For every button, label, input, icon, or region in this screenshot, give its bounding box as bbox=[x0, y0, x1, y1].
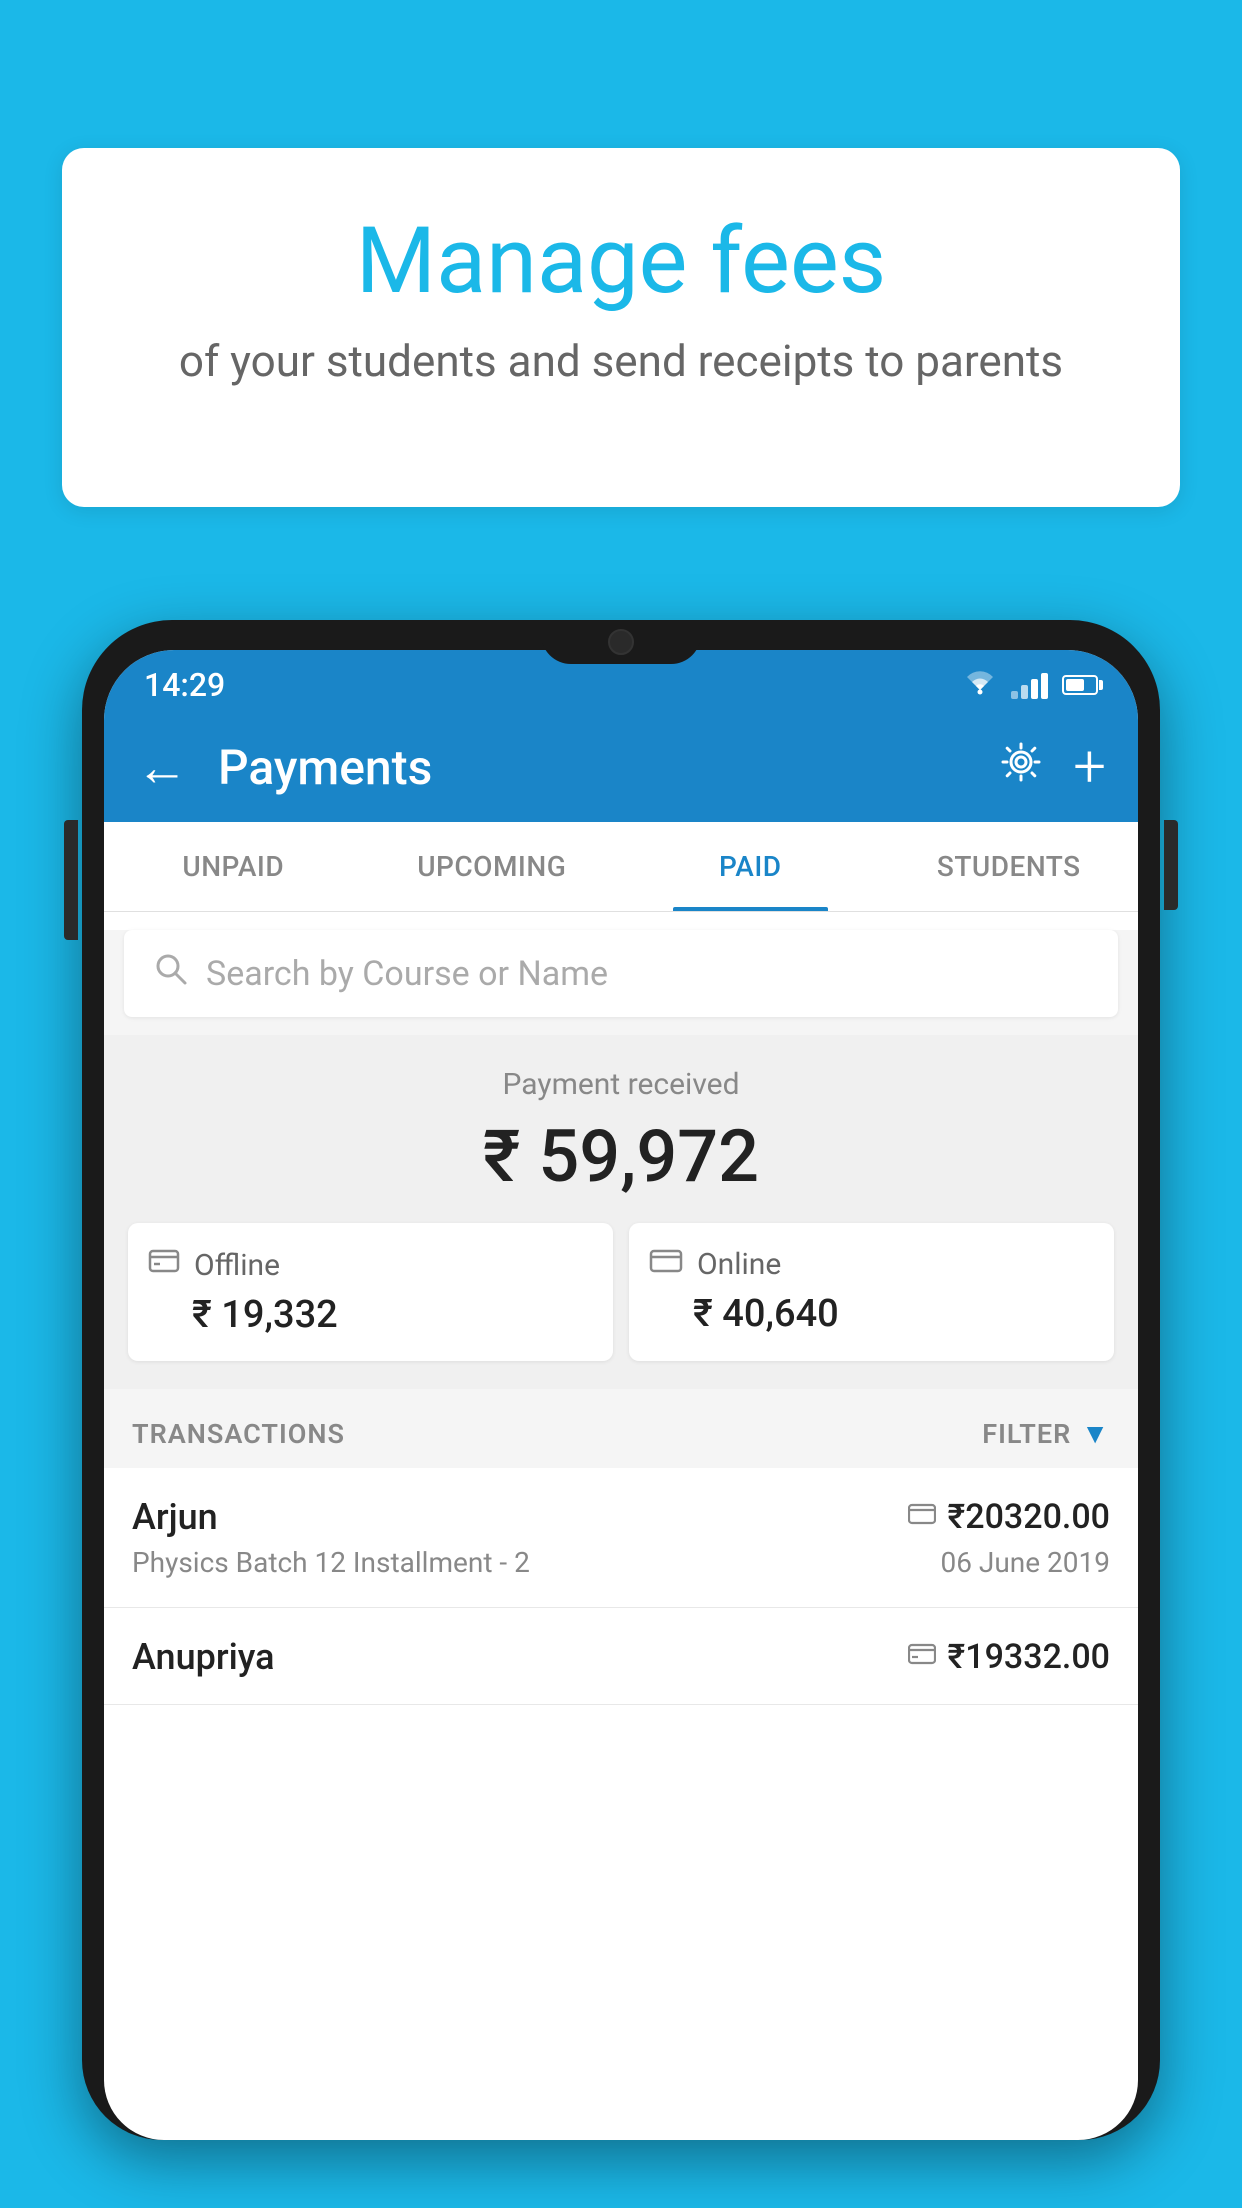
add-button[interactable]: + bbox=[1073, 733, 1106, 801]
offline-label: Offline bbox=[194, 1248, 280, 1283]
phone-screen: 14:29 bbox=[104, 650, 1138, 2140]
transactions-label: TRANSACTIONS bbox=[132, 1418, 345, 1450]
status-icons bbox=[963, 670, 1098, 700]
status-time: 14:29 bbox=[144, 666, 225, 704]
back-button[interactable]: ← bbox=[136, 737, 188, 798]
filter-button[interactable]: FILTER ▼ bbox=[982, 1417, 1110, 1450]
app-bar-title: Payments bbox=[218, 739, 979, 796]
transaction-offline-icon bbox=[908, 1642, 936, 1672]
filter-label: FILTER bbox=[982, 1418, 1071, 1450]
tab-upcoming[interactable]: UPCOMING bbox=[363, 822, 622, 911]
search-placeholder: Search by Course or Name bbox=[206, 954, 608, 994]
phone-notch bbox=[541, 620, 701, 664]
online-icon bbox=[649, 1247, 683, 1282]
transaction-amount-arjun: ₹20320.00 bbox=[948, 1497, 1110, 1537]
search-bar[interactable]: Search by Course or Name bbox=[124, 930, 1118, 1017]
app-bar-icons: + bbox=[999, 733, 1106, 801]
transaction-row-1: Arjun ₹20320.00 bbox=[132, 1496, 1110, 1538]
speech-bubble-container: Manage fees of your students and send re… bbox=[62, 148, 1180, 507]
offline-card-header: Offline bbox=[148, 1247, 593, 1283]
phone-outer: 14:29 bbox=[82, 620, 1160, 2140]
transactions-header: TRANSACTIONS FILTER ▼ bbox=[104, 1389, 1138, 1468]
filter-icon: ▼ bbox=[1081, 1417, 1110, 1450]
hero-subtitle: of your students and send receipts to pa… bbox=[142, 335, 1100, 387]
transaction-item-arjun[interactable]: Arjun ₹20320.00 bbox=[104, 1468, 1138, 1608]
payment-summary: Payment received ₹ 59,972 bbox=[104, 1035, 1138, 1389]
transaction-amount-anupriya: ₹19332.00 bbox=[948, 1637, 1110, 1677]
background: Manage fees of your students and send re… bbox=[0, 0, 1242, 2208]
speech-bubble: Manage fees of your students and send re… bbox=[62, 148, 1180, 507]
payment-total: ₹ 59,972 bbox=[124, 1114, 1118, 1199]
settings-icon[interactable] bbox=[999, 740, 1043, 795]
transaction-item-anupriya[interactable]: Anupriya ₹19332.00 bbox=[104, 1608, 1138, 1705]
transaction-row-2: Anupriya ₹19332.00 bbox=[132, 1636, 1110, 1678]
transaction-name-anupriya: Anupriya bbox=[132, 1636, 275, 1678]
signal-icon bbox=[1011, 671, 1048, 699]
transaction-online-icon bbox=[908, 1502, 936, 1532]
transaction-course-arjun: Physics Batch 12 Installment - 2 bbox=[132, 1546, 530, 1579]
transaction-amount-wrap-anupriya: ₹19332.00 bbox=[908, 1637, 1110, 1677]
tab-paid[interactable]: PAID bbox=[621, 822, 880, 911]
tab-students[interactable]: STUDENTS bbox=[880, 822, 1139, 911]
offline-amount: ₹ 19,332 bbox=[192, 1293, 593, 1337]
payment-received-label: Payment received bbox=[124, 1067, 1118, 1102]
payment-cards: Offline ₹ 19,332 bbox=[128, 1223, 1114, 1361]
tabs-container: UNPAID UPCOMING PAID STUDENTS bbox=[104, 822, 1138, 912]
transaction-detail-arjun: Physics Batch 12 Installment - 2 06 June… bbox=[132, 1546, 1110, 1579]
transaction-amount-wrap-arjun: ₹20320.00 bbox=[908, 1497, 1110, 1537]
online-amount: ₹ 40,640 bbox=[693, 1292, 1094, 1336]
offline-card: Offline ₹ 19,332 bbox=[128, 1223, 613, 1361]
content-area: Search by Course or Name Payment receive… bbox=[104, 930, 1138, 1705]
online-card: Online ₹ 40,640 bbox=[629, 1223, 1114, 1361]
online-label: Online bbox=[697, 1247, 781, 1282]
phone-container: 14:29 bbox=[82, 620, 1160, 2208]
hero-title: Manage fees bbox=[142, 208, 1100, 315]
search-icon bbox=[154, 952, 188, 995]
transaction-date-arjun: 06 June 2019 bbox=[940, 1546, 1110, 1579]
offline-icon bbox=[148, 1247, 180, 1283]
app-bar: ← Payments + bbox=[104, 712, 1138, 822]
phone-camera bbox=[608, 629, 634, 655]
battery-icon bbox=[1062, 675, 1098, 695]
tab-unpaid[interactable]: UNPAID bbox=[104, 822, 363, 911]
wifi-icon bbox=[963, 670, 997, 700]
transaction-name-arjun: Arjun bbox=[132, 1496, 218, 1538]
online-card-header: Online bbox=[649, 1247, 1094, 1282]
